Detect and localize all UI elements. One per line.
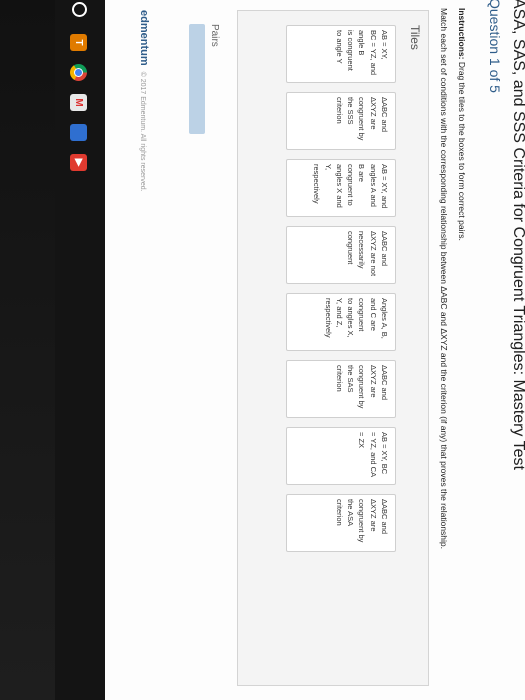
gmail-icon[interactable]: M: [70, 94, 87, 111]
tt-app-glyph: T: [73, 39, 84, 46]
page-title: ASA, SAS, and SSS Criteria for Congruent…: [510, 0, 525, 470]
question-number: Question 1 of 5: [487, 0, 503, 93]
tile[interactable]: ΔABC and ΔXYZ are congruent by the SAS c…: [286, 360, 396, 418]
tiles-area: Tiles AB = XY, BC = YZ, and angle B is c…: [237, 10, 429, 686]
footer: edmentum © 2017 Edmentum. All rights rese…: [138, 10, 150, 192]
tile[interactable]: AB = XY, and angles A and B are congruen…: [286, 159, 396, 217]
chrome-center: [74, 68, 83, 77]
files-icon[interactable]: [70, 124, 87, 141]
pairs-label: Pairs: [209, 24, 220, 47]
tiles-label: Tiles: [408, 25, 422, 50]
tile[interactable]: ΔABC and ΔXYZ are not necessarily congru…: [286, 226, 396, 284]
tile[interactable]: ΔABC and ΔXYZ are congruent by the SSS c…: [286, 92, 396, 150]
pair-drop-slot[interactable]: [189, 24, 205, 134]
tile[interactable]: ΔABC and ΔXYZ are congruent by the ASA c…: [286, 494, 396, 552]
question-prompt: Match each set of conditions with the co…: [439, 8, 449, 550]
instructions-lead: Instructions:: [457, 8, 467, 60]
browser-screen: ASA, SAS, and SSS Criteria for Congruent…: [55, 0, 525, 700]
tile[interactable]: AB = XY, BC = YZ, and CA = ZX: [286, 427, 396, 485]
tile[interactable]: AB = XY, BC = YZ, and angle B is congrue…: [286, 25, 396, 83]
instructions: Instructions: Drag the tiles to the boxe…: [457, 8, 467, 241]
taskbar: T M ▶: [55, 0, 105, 700]
youtube-icon[interactable]: ▶: [70, 154, 87, 171]
tile[interactable]: Angles A, B, and C are congruent to angl…: [286, 293, 396, 351]
tt-app-icon[interactable]: T: [70, 34, 87, 51]
instructions-text: Drag the tiles to the boxes to form corr…: [457, 59, 467, 241]
youtube-glyph: ▶: [73, 158, 84, 167]
laptop-bezel: [0, 0, 60, 700]
start-icon[interactable]: [72, 2, 87, 17]
copyright-text: © 2017 Edmentum. All rights reserved.: [139, 71, 146, 192]
edmentum-logo: edmentum: [138, 10, 150, 66]
chrome-icon[interactable]: [70, 64, 87, 81]
